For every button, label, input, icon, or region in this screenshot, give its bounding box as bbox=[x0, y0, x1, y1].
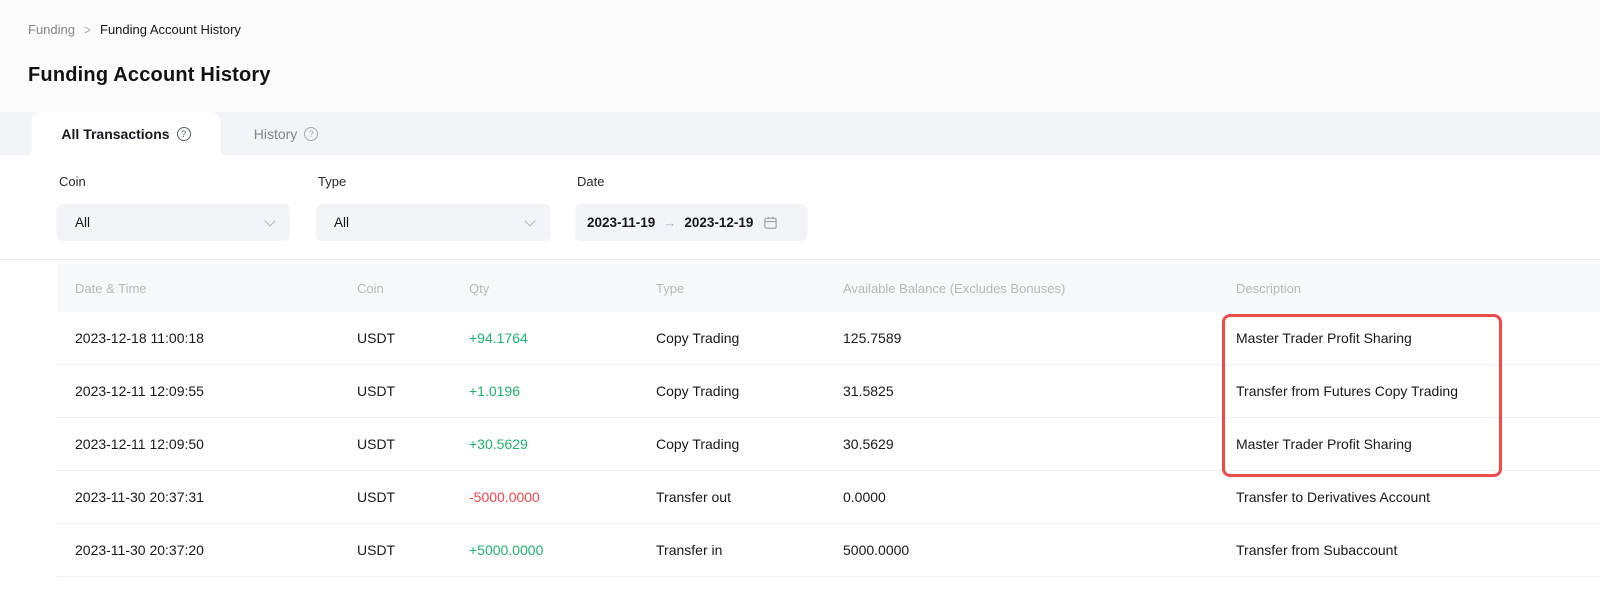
type-cell: Transfer in bbox=[656, 542, 843, 558]
date-range-start: 2023-11-19 bbox=[587, 215, 655, 230]
coin-filter-label: Coin bbox=[59, 174, 86, 189]
datetime-cell: 2023-12-11 12:09:50 bbox=[75, 436, 357, 452]
tab-history[interactable]: History ? bbox=[221, 112, 351, 155]
transactions-table: 2023-12-18 11:00:18 USDT +94.1764 Copy T… bbox=[57, 312, 1600, 577]
qty-cell: +94.1764 bbox=[469, 330, 656, 346]
qty-cell: +5000.0000 bbox=[469, 542, 656, 558]
type-cell: Copy Trading bbox=[656, 330, 843, 346]
datetime-cell: 2023-12-11 12:09:55 bbox=[75, 383, 357, 399]
balance-cell: 0.0000 bbox=[843, 489, 1236, 505]
coin-cell: USDT bbox=[357, 436, 469, 452]
description-cell: Transfer from Futures Copy Trading bbox=[1236, 383, 1600, 399]
table-row: 2023-12-11 12:09:50 USDT +30.5629 Copy T… bbox=[57, 418, 1600, 471]
calendar-icon bbox=[763, 215, 778, 230]
balance-cell: 125.7589 bbox=[843, 330, 1236, 346]
balance-cell: 30.5629 bbox=[843, 436, 1236, 452]
qty-cell: +30.5629 bbox=[469, 436, 656, 452]
type-cell: Transfer out bbox=[656, 489, 843, 505]
help-icon[interactable]: ? bbox=[177, 127, 191, 141]
table-row: 2023-12-18 11:00:18 USDT +94.1764 Copy T… bbox=[57, 312, 1600, 365]
breadcrumb-current: Funding Account History bbox=[100, 22, 241, 37]
description-cell: Transfer from Subaccount bbox=[1236, 542, 1600, 558]
date-filter-label: Date bbox=[577, 174, 604, 189]
tab-all-transactions-label: All Transactions bbox=[61, 126, 169, 142]
column-header-datetime: Date & Time bbox=[75, 281, 357, 296]
type-select[interactable]: All bbox=[316, 204, 550, 241]
qty-cell: -5000.0000 bbox=[469, 489, 656, 505]
table-row: 2023-11-30 20:37:31 USDT -5000.0000 Tran… bbox=[57, 471, 1600, 524]
type-filter-label: Type bbox=[318, 174, 346, 189]
datetime-cell: 2023-11-30 20:37:20 bbox=[75, 542, 357, 558]
tab-history-label: History bbox=[254, 126, 298, 142]
chevron-down-icon bbox=[524, 215, 535, 226]
coin-cell: USDT bbox=[357, 542, 469, 558]
coin-cell: USDT bbox=[357, 383, 469, 399]
column-header-coin: Coin bbox=[357, 281, 469, 296]
column-header-balance: Available Balance (Excludes Bonuses) bbox=[843, 281, 1236, 296]
description-cell: Master Trader Profit Sharing bbox=[1236, 436, 1600, 452]
description-cell: Transfer to Derivatives Account bbox=[1236, 489, 1600, 505]
column-header-description: Description bbox=[1236, 281, 1600, 296]
breadcrumb-item-funding[interactable]: Funding bbox=[28, 22, 75, 37]
type-cell: Copy Trading bbox=[656, 383, 843, 399]
coin-select[interactable]: All bbox=[57, 204, 290, 241]
coin-select-value: All bbox=[75, 215, 90, 230]
datetime-cell: 2023-12-18 11:00:18 bbox=[75, 330, 357, 346]
coin-cell: USDT bbox=[357, 330, 469, 346]
balance-cell: 5000.0000 bbox=[843, 542, 1236, 558]
balance-cell: 31.5825 bbox=[843, 383, 1236, 399]
type-cell: Copy Trading bbox=[656, 436, 843, 452]
section-divider bbox=[0, 259, 1600, 260]
page-title: Funding Account History bbox=[28, 64, 271, 87]
chevron-down-icon bbox=[264, 215, 275, 226]
date-range-end: 2023-12-19 bbox=[684, 215, 753, 230]
qty-cell: +1.0196 bbox=[469, 383, 656, 399]
table-row: 2023-12-11 12:09:55 USDT +1.0196 Copy Tr… bbox=[57, 365, 1600, 418]
column-header-qty: Qty bbox=[469, 281, 656, 296]
table-header: Date & Time Coin Qty Type Available Bala… bbox=[57, 264, 1600, 312]
arrow-right-icon: → bbox=[663, 215, 676, 230]
description-cell: Master Trader Profit Sharing bbox=[1236, 330, 1600, 346]
datetime-cell: 2023-11-30 20:37:31 bbox=[75, 489, 357, 505]
chevron-right-icon: > bbox=[84, 21, 91, 37]
type-select-value: All bbox=[334, 215, 349, 230]
date-range-picker[interactable]: 2023-11-19 → 2023-12-19 bbox=[575, 204, 807, 241]
column-header-type: Type bbox=[656, 281, 843, 296]
coin-cell: USDT bbox=[357, 489, 469, 505]
breadcrumb: Funding > Funding Account History bbox=[28, 22, 241, 37]
tab-all-transactions[interactable]: All Transactions ? bbox=[31, 112, 221, 155]
page-header: Funding > Funding Account History Fundin… bbox=[0, 0, 1600, 112]
help-icon[interactable]: ? bbox=[304, 127, 318, 141]
table-row: 2023-11-30 20:37:20 USDT +5000.0000 Tran… bbox=[57, 524, 1600, 577]
tab-bar: All Transactions ? History ? bbox=[0, 112, 1600, 155]
